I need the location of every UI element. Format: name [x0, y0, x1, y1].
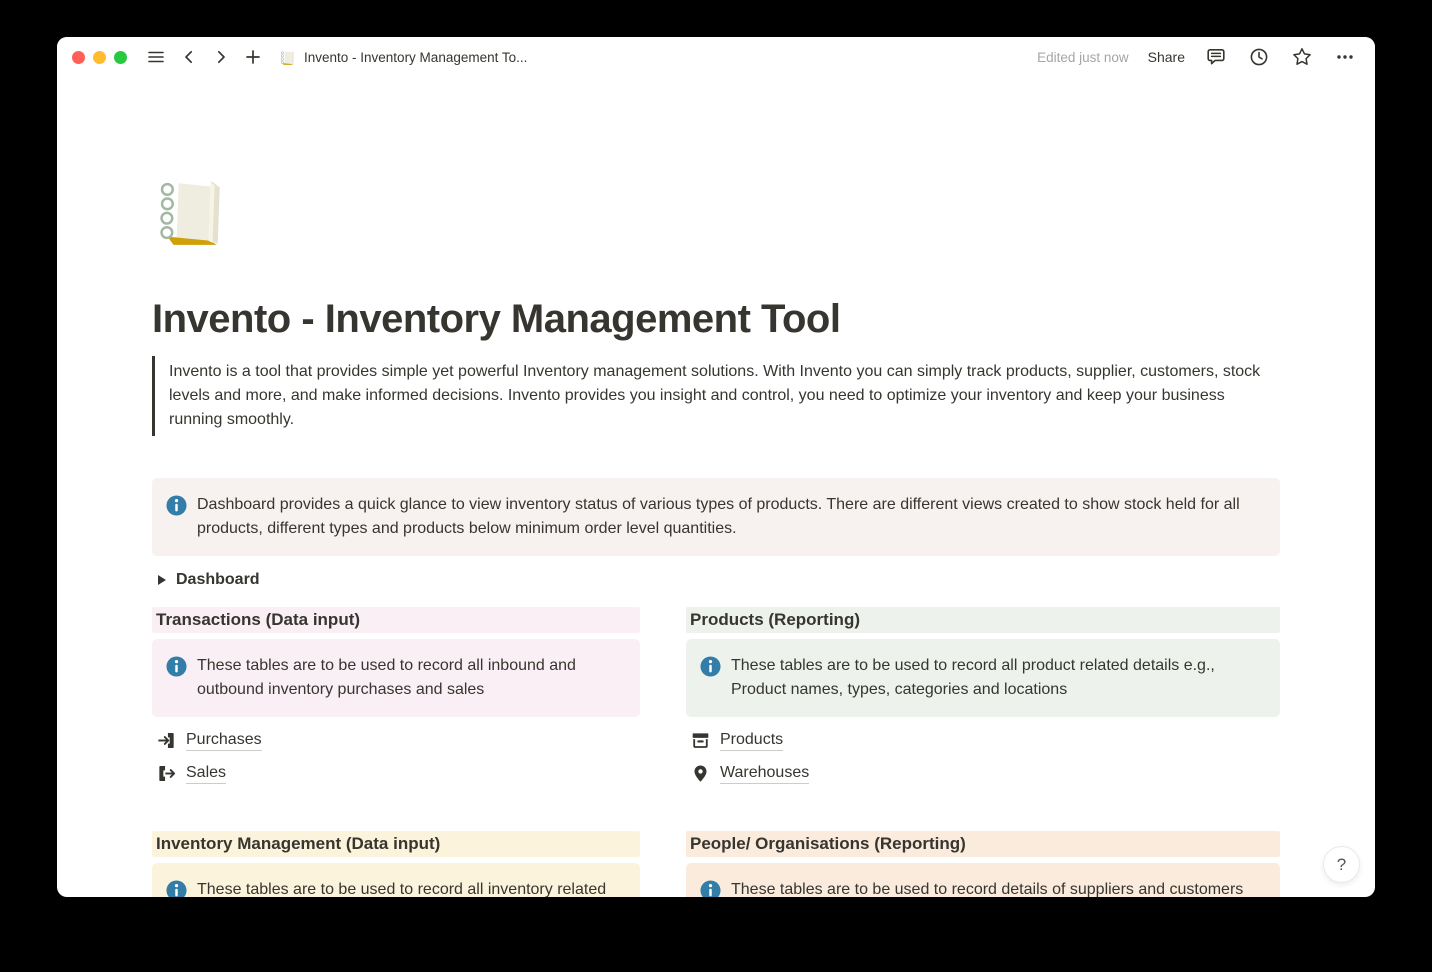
zoom-window-button[interactable] [114, 51, 127, 64]
notebook-emoji-icon [279, 49, 296, 66]
edited-status: Edited just now [1037, 50, 1129, 65]
chevron-right-icon [213, 49, 229, 65]
purchases-link-label: Purchases [186, 731, 262, 751]
help-button[interactable]: ? [1323, 846, 1360, 883]
archive-box-icon [690, 730, 711, 751]
more-options-button[interactable] [1333, 45, 1357, 69]
door-arrow-in-icon [156, 730, 177, 751]
sales-page-link[interactable]: Sales [152, 760, 230, 787]
purchases-page-link[interactable]: Purchases [152, 727, 266, 754]
dashboard-callout: Dashboard provides a quick glance to vie… [152, 478, 1280, 556]
info-icon [166, 656, 187, 677]
dashboard-toggle-label: Dashboard [176, 571, 260, 589]
comment-icon [1206, 47, 1226, 67]
info-icon [700, 880, 721, 897]
sales-link-label: Sales [186, 764, 226, 784]
page-body: Invento - Inventory Management Tool Inve… [57, 77, 1375, 897]
transactions-column: Transactions (Data input) These tables a… [152, 607, 640, 793]
products-page-link[interactable]: Products [686, 727, 787, 754]
new-page-button[interactable] [243, 47, 263, 67]
comments-button[interactable] [1204, 45, 1228, 69]
location-pin-icon [690, 763, 711, 784]
inventory-management-callout-text: These tables are to be used to record al… [197, 878, 624, 897]
transactions-callout-text: These tables are to be used to record al… [197, 654, 624, 702]
app-window: Invento - Inventory Management To... Edi… [57, 37, 1375, 897]
transactions-callout: These tables are to be used to record al… [152, 639, 640, 717]
products-link-label: Products [720, 731, 783, 751]
minimize-window-button[interactable] [93, 51, 106, 64]
warehouses-link-label: Warehouses [720, 764, 809, 784]
titlebar: Invento - Inventory Management To... Edi… [57, 37, 1375, 77]
inventory-management-section-header: Inventory Management (Data input) [152, 831, 640, 857]
door-arrow-out-icon [156, 763, 177, 784]
people-organisations-column: People/ Organisations (Reporting) These … [686, 831, 1280, 897]
clock-icon [1249, 47, 1269, 67]
close-window-button[interactable] [72, 51, 85, 64]
share-button[interactable]: Share [1148, 49, 1185, 65]
sidebar-toggle-button[interactable] [145, 46, 167, 68]
products-callout-text: These tables are to be used to record al… [731, 654, 1264, 702]
dashboard-toggle[interactable]: Dashboard [152, 568, 262, 592]
transactions-section-header: Transactions (Data input) [152, 607, 640, 633]
products-section-header: Products (Reporting) [686, 607, 1280, 633]
page-icon-notebook-emoji[interactable] [152, 172, 230, 250]
inventory-management-callout: These tables are to be used to record al… [152, 863, 640, 897]
info-icon [166, 880, 187, 897]
help-button-label: ? [1337, 855, 1346, 875]
dashboard-callout-text: Dashboard provides a quick glance to vie… [197, 493, 1264, 541]
back-button[interactable] [179, 47, 199, 67]
warehouses-page-link[interactable]: Warehouses [686, 760, 813, 787]
toggle-triangle-icon [158, 575, 166, 585]
breadcrumb-title: Invento - Inventory Management To... [304, 50, 527, 65]
people-organisations-section-header: People/ Organisations (Reporting) [686, 831, 1280, 857]
intro-quote-block: Invento is a tool that provides simple y… [152, 356, 1280, 436]
updates-button[interactable] [1247, 45, 1271, 69]
people-organisations-callout: These tables are to be used to record de… [686, 863, 1280, 897]
products-callout: These tables are to be used to record al… [686, 639, 1280, 717]
plus-icon [245, 49, 261, 65]
favorite-button[interactable] [1290, 45, 1314, 69]
chevron-left-icon [181, 49, 197, 65]
people-organisations-callout-text: These tables are to be used to record de… [731, 878, 1243, 897]
breadcrumb[interactable]: Invento - Inventory Management To... [279, 49, 527, 66]
window-controls [72, 51, 127, 64]
info-icon [166, 495, 187, 516]
page-title: Invento - Inventory Management Tool [152, 297, 1280, 342]
info-icon [700, 656, 721, 677]
star-icon [1292, 47, 1312, 67]
forward-button[interactable] [211, 47, 231, 67]
inventory-management-column: Inventory Management (Data input) These … [152, 831, 640, 897]
products-column: Products (Reporting) These tables are to… [686, 607, 1280, 793]
hamburger-icon [147, 48, 165, 66]
ellipsis-icon [1335, 47, 1355, 67]
